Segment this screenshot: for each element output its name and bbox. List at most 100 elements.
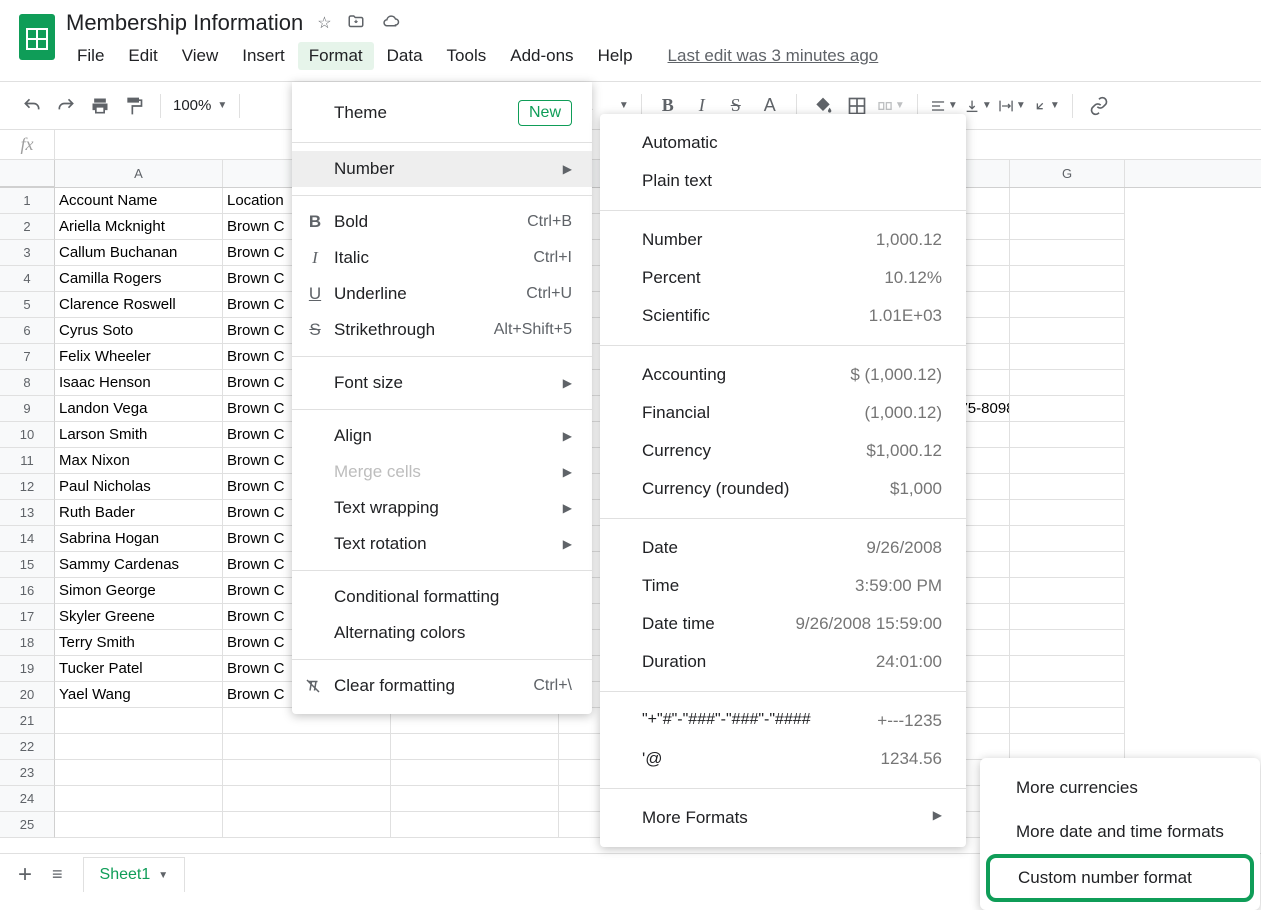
row-header[interactable]: 15 <box>0 552 55 578</box>
cell[interactable] <box>1010 396 1125 422</box>
wrap-button[interactable]: ▼ <box>998 92 1026 120</box>
menu-insert[interactable]: Insert <box>231 42 296 70</box>
row-header[interactable]: 18 <box>0 630 55 656</box>
add-sheet-button[interactable]: + <box>18 861 32 889</box>
format-italic[interactable]: IItalicCtrl+I <box>292 240 592 276</box>
rotate-button[interactable]: ▼ <box>1032 92 1060 120</box>
cell[interactable]: Yael Wang <box>55 682 223 708</box>
row-header[interactable]: 24 <box>0 786 55 812</box>
cell[interactable]: Clarence Roswell <box>55 292 223 318</box>
menu-view[interactable]: View <box>171 42 230 70</box>
number-datetime[interactable]: Date time9/26/2008 15:59:00 <box>600 605 966 643</box>
cell[interactable]: Ariella Mcknight <box>55 214 223 240</box>
row-header[interactable]: 3 <box>0 240 55 266</box>
cell[interactable] <box>1010 474 1125 500</box>
row-header[interactable]: 7 <box>0 344 55 370</box>
cell[interactable] <box>223 734 391 760</box>
cell[interactable] <box>1010 266 1125 292</box>
cell[interactable] <box>1010 318 1125 344</box>
cell[interactable] <box>1010 188 1125 214</box>
cell[interactable] <box>1010 500 1125 526</box>
cell[interactable] <box>223 786 391 812</box>
format-align[interactable]: Align▶ <box>292 418 592 454</box>
row-header[interactable]: 21 <box>0 708 55 734</box>
document-title[interactable]: Membership Information <box>66 10 303 36</box>
number-plaintext[interactable]: Plain text <box>600 162 966 200</box>
number-automatic[interactable]: Automatic <box>600 124 966 162</box>
cell[interactable]: Isaac Henson <box>55 370 223 396</box>
v-align-button[interactable]: ▼ <box>964 92 992 120</box>
row-header[interactable]: 9 <box>0 396 55 422</box>
format-conditional[interactable]: Conditional formatting <box>292 579 592 615</box>
col-header-A[interactable]: A <box>55 160 223 187</box>
cell[interactable] <box>1010 370 1125 396</box>
cell[interactable]: Felix Wheeler <box>55 344 223 370</box>
row-header[interactable]: 13 <box>0 500 55 526</box>
cell[interactable]: Account Name <box>55 188 223 214</box>
menu-help[interactable]: Help <box>587 42 644 70</box>
format-clear[interactable]: Clear formattingCtrl+\ <box>292 668 592 704</box>
number-financial[interactable]: Financial(1,000.12) <box>600 394 966 432</box>
cell[interactable] <box>1010 552 1125 578</box>
menu-format[interactable]: Format <box>298 42 374 70</box>
cell[interactable]: Larson Smith <box>55 422 223 448</box>
number-custom-2[interactable]: '@1234.56 <box>600 740 966 778</box>
cell[interactable]: Paul Nicholas <box>55 474 223 500</box>
cell[interactable] <box>223 760 391 786</box>
cell[interactable]: Skyler Greene <box>55 604 223 630</box>
cell[interactable] <box>55 812 223 838</box>
number-currency[interactable]: Currency$1,000.12 <box>600 432 966 470</box>
cell[interactable] <box>1010 604 1125 630</box>
cell[interactable]: Camilla Rogers <box>55 266 223 292</box>
number-currency-rounded[interactable]: Currency (rounded)$1,000 <box>600 470 966 508</box>
cell[interactable] <box>223 812 391 838</box>
row-header[interactable]: 12 <box>0 474 55 500</box>
cell[interactable] <box>1010 656 1125 682</box>
link-button[interactable] <box>1085 92 1113 120</box>
row-header[interactable]: 20 <box>0 682 55 708</box>
undo-button[interactable] <box>18 92 46 120</box>
row-header[interactable]: 19 <box>0 656 55 682</box>
cell[interactable]: Sammy Cardenas <box>55 552 223 578</box>
menu-addons[interactable]: Add-ons <box>499 42 584 70</box>
format-number[interactable]: Number▶ <box>292 151 592 187</box>
row-header[interactable]: 23 <box>0 760 55 786</box>
row-header[interactable]: 8 <box>0 370 55 396</box>
select-all-cell[interactable] <box>0 160 55 187</box>
cell[interactable]: Sabrina Hogan <box>55 526 223 552</box>
cell[interactable]: Terry Smith <box>55 630 223 656</box>
format-merge[interactable]: Merge cells▶ <box>292 454 592 490</box>
cell[interactable]: Cyrus Soto <box>55 318 223 344</box>
cell[interactable] <box>1010 708 1125 734</box>
col-header-G[interactable]: G <box>1010 160 1125 187</box>
cell[interactable] <box>1010 734 1125 760</box>
cell[interactable] <box>391 786 559 812</box>
row-header[interactable]: 16 <box>0 578 55 604</box>
format-underline[interactable]: UUnderlineCtrl+U <box>292 276 592 312</box>
row-header[interactable]: 5 <box>0 292 55 318</box>
number-accounting[interactable]: Accounting$ (1,000.12) <box>600 356 966 394</box>
cell[interactable] <box>55 760 223 786</box>
all-sheets-button[interactable]: ≡ <box>52 864 63 885</box>
number-duration[interactable]: Duration24:01:00 <box>600 643 966 681</box>
more-date-time-formats[interactable]: More date and time formats <box>980 810 1260 854</box>
menu-edit[interactable]: Edit <box>117 42 168 70</box>
cell[interactable] <box>55 734 223 760</box>
cell[interactable] <box>1010 240 1125 266</box>
format-strikethrough[interactable]: SStrikethroughAlt+Shift+5 <box>292 312 592 348</box>
row-header[interactable]: 11 <box>0 448 55 474</box>
menu-file[interactable]: File <box>66 42 115 70</box>
format-alternating[interactable]: Alternating colors <box>292 615 592 651</box>
cell[interactable] <box>1010 682 1125 708</box>
row-header[interactable]: 2 <box>0 214 55 240</box>
number-date[interactable]: Date9/26/2008 <box>600 529 966 567</box>
move-icon[interactable] <box>346 13 366 33</box>
row-header[interactable]: 6 <box>0 318 55 344</box>
more-currencies[interactable]: More currencies <box>980 766 1260 810</box>
number-number[interactable]: Number1,000.12 <box>600 221 966 259</box>
cell[interactable] <box>391 812 559 838</box>
menu-data[interactable]: Data <box>376 42 434 70</box>
sheet-tab-1[interactable]: Sheet1▼ <box>83 857 186 892</box>
format-rotation[interactable]: Text rotation▶ <box>292 526 592 562</box>
number-percent[interactable]: Percent10.12% <box>600 259 966 297</box>
